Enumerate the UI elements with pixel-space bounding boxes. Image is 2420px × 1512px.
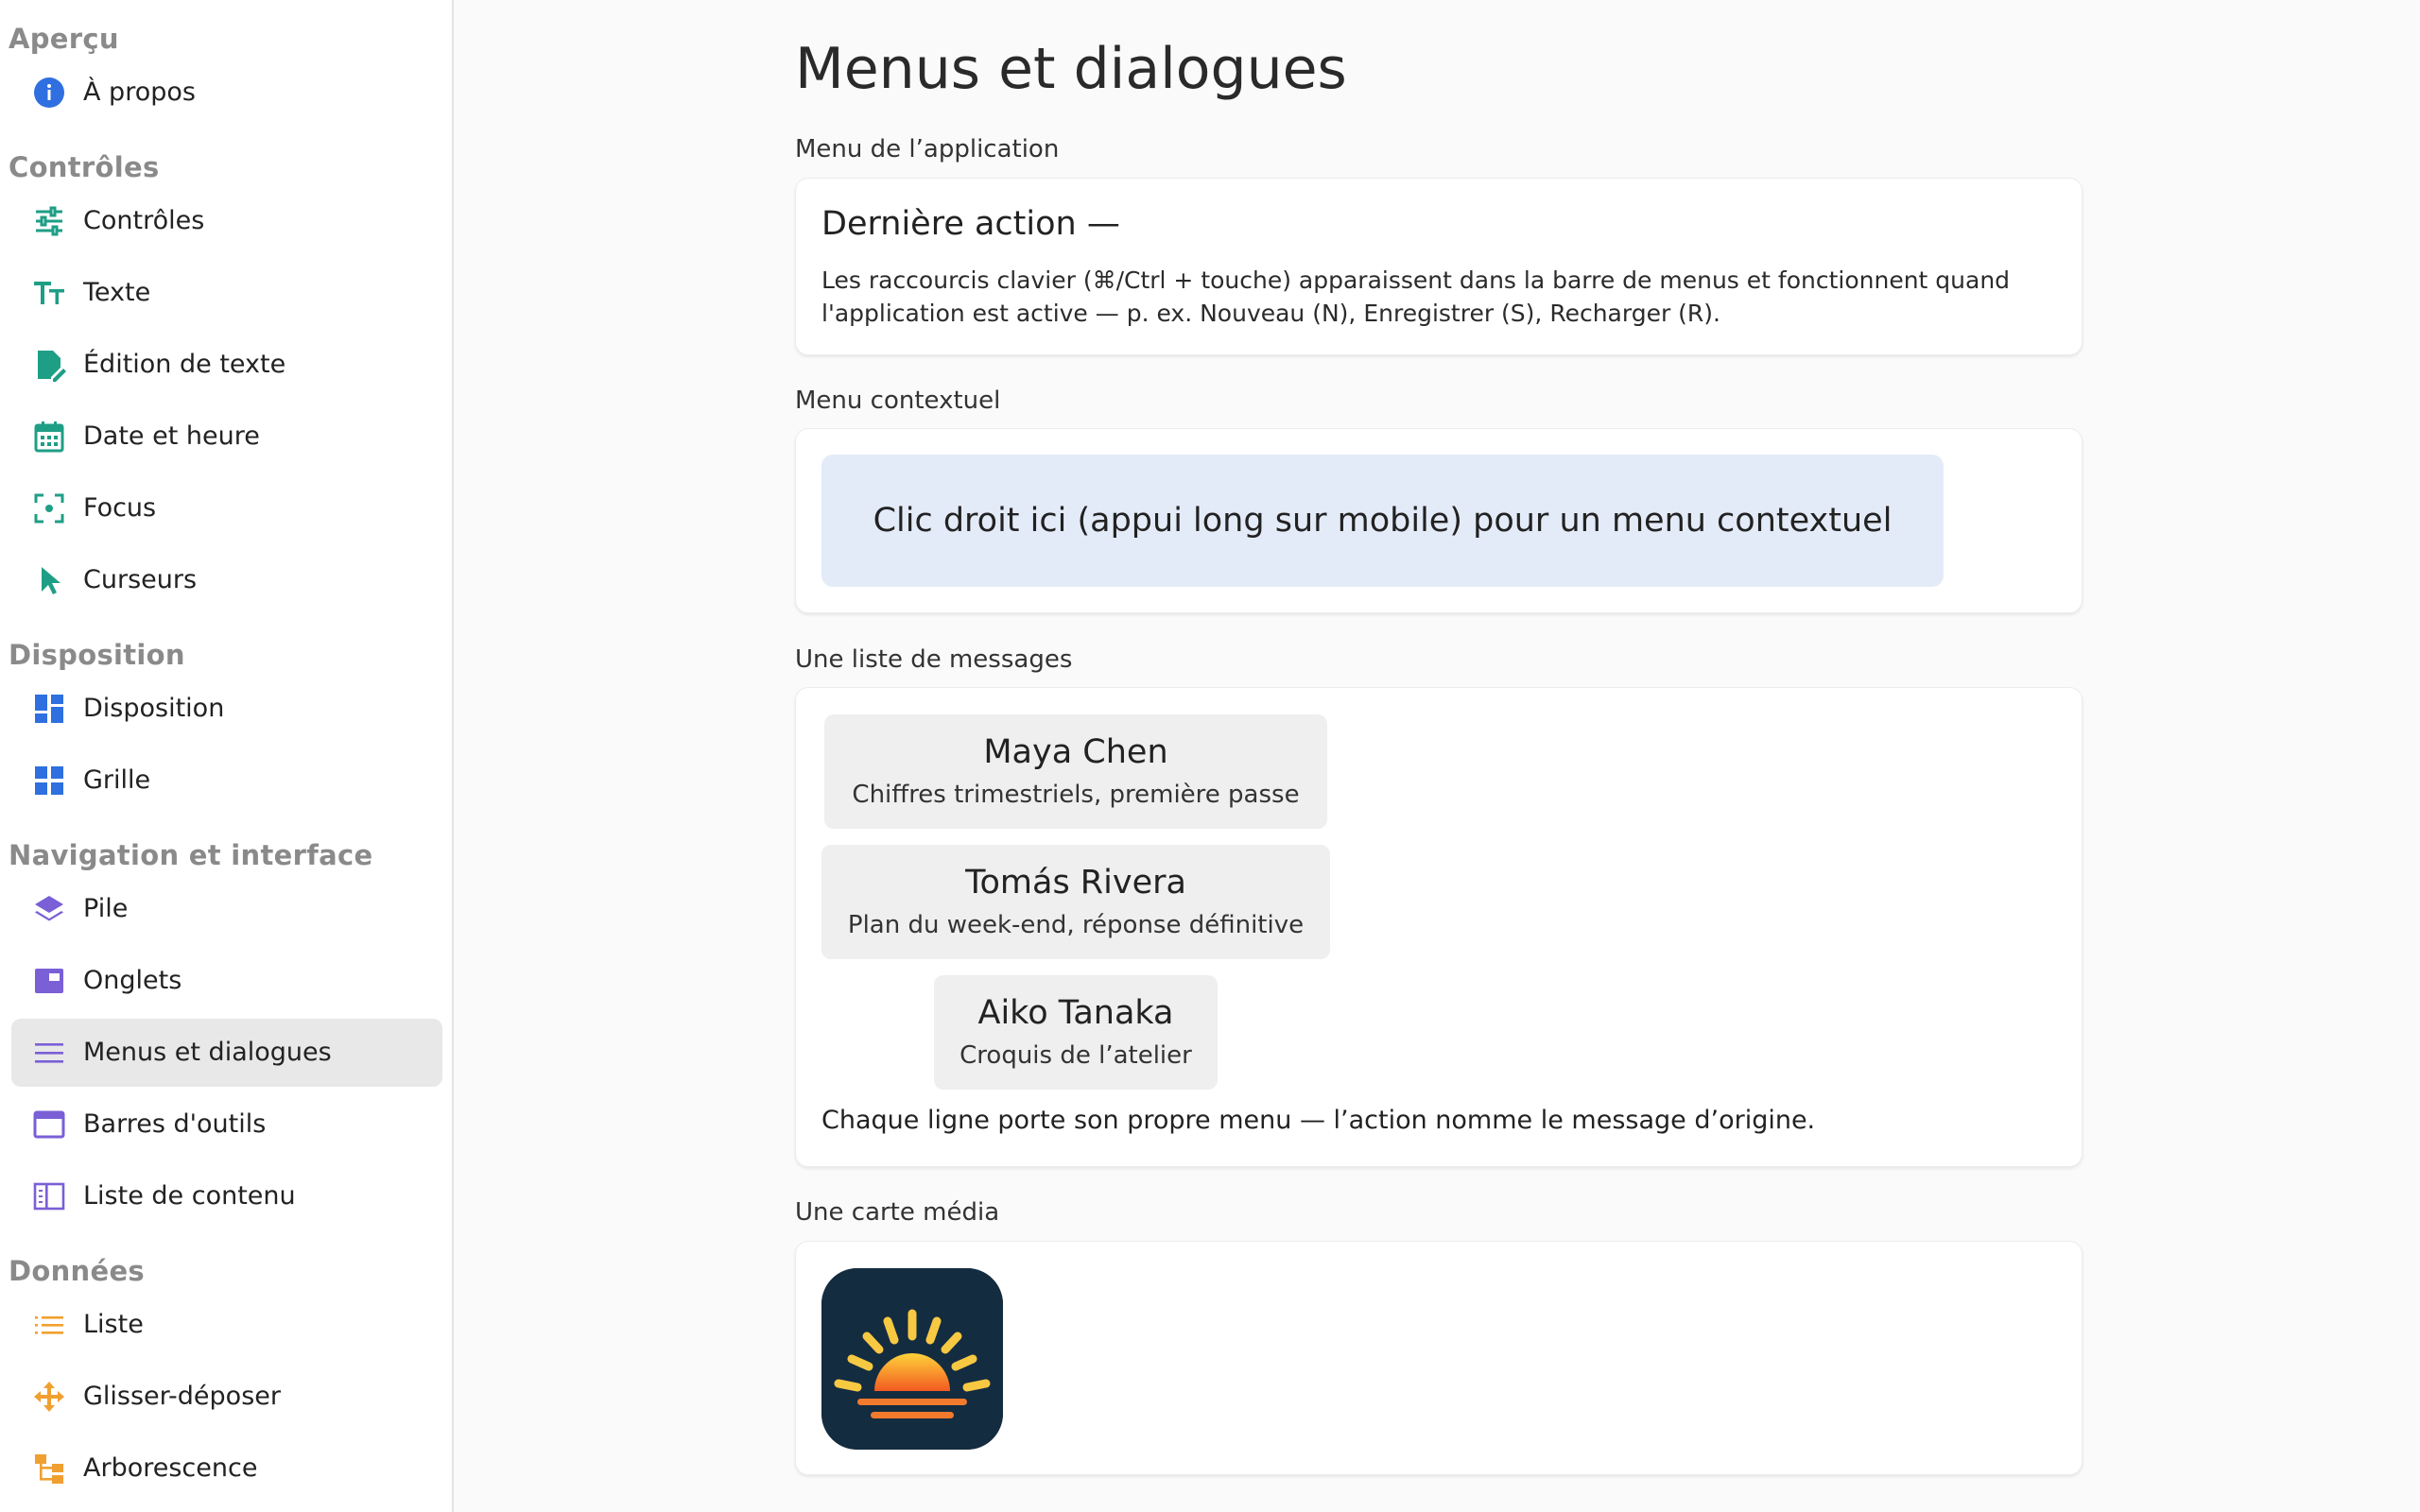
sidebar-item-label: Date et heure [83,421,260,451]
sidebar-item-edition-de-texte[interactable]: Édition de texte [11,331,442,399]
sidebar-item-label: Contrôles [83,206,205,235]
sidebar-item-arborescence[interactable]: Arborescence [11,1435,442,1503]
sidebar-section-controles: Contrôles [9,151,160,183]
doc-edit-icon [32,348,66,382]
message-row[interactable]: Tomás Rivera Plan du week-end, réponse d… [821,845,1330,959]
sidebar-item-a-propos[interactable]: À propos [11,59,442,127]
sidebar: Aperçu À propos Contrôles Contrôles Text… [0,0,454,1512]
text-size-icon [32,276,66,310]
app-window: Aperçu À propos Contrôles Contrôles Text… [0,0,2420,1512]
sidebar-item-liste[interactable]: Liste [11,1291,442,1359]
message-subject: Plan du week-end, réponse définitive [847,911,1305,939]
media-card [795,1241,2083,1475]
sidebar-item-label: Édition de texte [83,350,286,379]
message-sender: Aiko Tanaka [977,994,1174,1032]
media-card-label: Une carte média [795,1198,1000,1227]
sidebar-item-date-et-heure[interactable]: Date et heure [11,403,442,471]
context-menu-zone[interactable]: Clic droit ici (appui long sur mobile) p… [821,455,1944,587]
page-title: Menus et dialogues [795,36,1347,102]
menu-icon [32,1036,66,1070]
main-content: Menus et dialogues Menu de l’application… [456,0,2420,1512]
sidebar-item-label: Onglets [83,966,182,995]
sidebar-item-grille[interactable]: Grille [11,747,442,815]
sliders-icon [32,204,66,238]
message-sender: Maya Chen [983,733,1168,771]
grid-icon [32,764,66,798]
message-list-caption: Chaque ligne porte son propre menu — l’a… [821,1106,1816,1135]
sidebar-item-label: Curseurs [83,565,198,594]
list-icon [32,1308,66,1342]
sidebar-item-label: Liste de contenu [83,1181,296,1211]
sidebar-item-barres-d-outils[interactable]: Barres d'outils [11,1091,442,1159]
sidebar-item-disposition[interactable]: Disposition [11,675,442,743]
stack-icon [32,892,66,926]
message-sender: Tomás Rivera [965,864,1186,902]
app-menu-card: Dernière action — Les raccourcis clavier… [795,178,2083,355]
sidebar-item-focus[interactable]: Focus [11,474,442,542]
message-subject: Croquis de l’atelier [959,1041,1192,1070]
sidebar-section-navigation: Navigation et interface [9,839,373,871]
sidebar-item-label: Liste [83,1310,144,1339]
sidebar-section-disposition: Disposition [9,639,185,671]
sidebar-section-apercu: Aperçu [9,23,119,55]
sunrise-app-icon[interactable] [821,1268,1003,1450]
sidebar-item-pile[interactable]: Pile [11,875,442,943]
context-menu-label: Menu contextuel [795,387,1001,415]
message-list-card: Maya Chen Chiffres trimestriels, premièr… [795,687,2083,1167]
sidebar-item-label: Arborescence [83,1453,258,1483]
toolbar-icon [32,1108,66,1142]
sidebar-item-label: Grille [83,765,151,795]
sidebar-item-label: À propos [83,77,196,107]
sidebar-item-controles[interactable]: Contrôles [11,187,442,255]
sidebar-item-menus-et-dialogues[interactable]: Menus et dialogues [11,1019,442,1087]
sidebar-item-label: Glisser-déposer [83,1382,281,1411]
sidebar-item-texte[interactable]: Texte [11,259,442,327]
sidebar-item-label: Pile [83,894,129,923]
sidebar-item-liste-de-contenu[interactable]: Liste de contenu [11,1162,442,1230]
info-icon [32,76,66,110]
sidebar-item-label: Menus et dialogues [83,1038,332,1067]
last-action-text: Dernière action — [821,205,1120,243]
sidebar-item-label: Disposition [83,694,225,723]
sidebar-item-label: Texte [83,278,151,307]
calendar-icon [32,420,66,454]
move-icon [32,1380,66,1414]
message-row[interactable]: Aiko Tanaka Croquis de l’atelier [934,975,1218,1090]
context-menu-card: Clic droit ici (appui long sur mobile) p… [795,428,2083,613]
sidebar-item-onglets[interactable]: Onglets [11,947,442,1015]
app-menu-label: Menu de l’application [795,135,1060,163]
focus-icon [32,491,66,525]
sidebar-item-glisser-deposer[interactable]: Glisser-déposer [11,1363,442,1431]
sidebar-section-donnees: Données [9,1255,145,1287]
cursor-icon [32,563,66,597]
sidebar-item-label: Barres d'outils [83,1109,267,1139]
content-list-icon [32,1179,66,1213]
sidebar-item-label: Focus [83,493,157,523]
tabs-icon [32,964,66,998]
tree-icon [32,1452,66,1486]
message-row[interactable]: Maya Chen Chiffres trimestriels, premièr… [824,714,1327,829]
message-subject: Chiffres trimestriels, première passe [852,781,1300,809]
sidebar-item-curseurs[interactable]: Curseurs [11,546,442,614]
shortcut-description: Les raccourcis clavier (⌘/Ctrl + touche)… [821,266,2011,327]
message-list-label: Une liste de messages [795,645,1073,674]
dashboard-icon [32,692,66,726]
